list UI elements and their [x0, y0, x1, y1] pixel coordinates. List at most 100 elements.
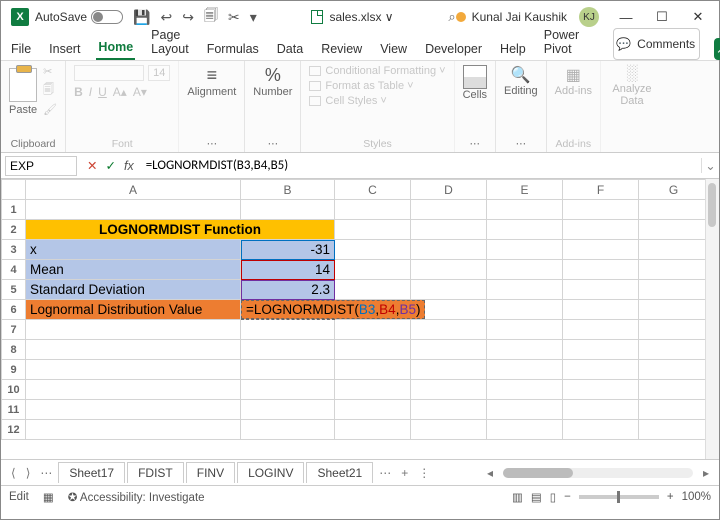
- paste-button[interactable]: Paste: [9, 104, 37, 116]
- stats-icon[interactable]: ▦: [43, 490, 54, 504]
- autosave-toggle[interactable]: [91, 10, 123, 24]
- view-break-icon[interactable]: ▯: [550, 490, 556, 504]
- accessibility-status[interactable]: ✪ Accessibility: Investigate: [68, 490, 205, 504]
- col-header-A[interactable]: A: [26, 180, 241, 200]
- font-family-dropdown[interactable]: [74, 65, 144, 81]
- search-icon[interactable]: ⌕: [448, 9, 455, 25]
- underline-button[interactable]: U: [98, 85, 107, 99]
- cut-icon[interactable]: ✂: [43, 65, 52, 78]
- tab-insert[interactable]: Insert: [47, 38, 82, 60]
- font-shrink-button[interactable]: A▾: [133, 85, 147, 99]
- analyze-icon[interactable]: ░: [609, 65, 655, 83]
- row-header[interactable]: 5: [2, 280, 26, 300]
- format-painter-icon[interactable]: 🖌: [43, 103, 57, 116]
- sheet-tab[interactable]: FDIST: [127, 462, 184, 483]
- cell-A4[interactable]: Mean: [26, 260, 241, 280]
- bold-button[interactable]: B: [74, 85, 83, 99]
- col-header-D[interactable]: D: [411, 180, 487, 200]
- tab-file[interactable]: File: [9, 38, 33, 60]
- save-icon[interactable]: 💾: [133, 9, 150, 26]
- sheet-tab[interactable]: LOGINV: [237, 462, 304, 483]
- vertical-scrollbar[interactable]: [705, 179, 719, 459]
- cell-B5[interactable]: 2.3: [241, 280, 335, 300]
- analyze-button[interactable]: Analyze Data: [609, 83, 655, 107]
- expand-formula-bar[interactable]: ⌄: [701, 158, 719, 173]
- tab-home[interactable]: Home: [96, 36, 135, 60]
- cell-B3[interactable]: -31: [241, 240, 335, 260]
- zoom-slider[interactable]: [579, 495, 659, 499]
- row-header[interactable]: 6: [2, 300, 26, 320]
- comments-button[interactable]: 💬 Comments: [613, 28, 700, 60]
- close-button[interactable]: ✕: [681, 5, 715, 29]
- editing-icon[interactable]: 🔍: [504, 65, 538, 85]
- qat-ext2-icon[interactable]: ✂: [228, 9, 240, 26]
- cell-A5[interactable]: Standard Deviation: [26, 280, 241, 300]
- filename[interactable]: sales.xlsx ∨: [329, 10, 393, 24]
- row-header[interactable]: 8: [2, 340, 26, 360]
- view-normal-icon[interactable]: ▥: [512, 490, 523, 504]
- col-header-C[interactable]: C: [335, 180, 411, 200]
- enter-formula-button[interactable]: ✓: [105, 158, 115, 173]
- sheet-nav-prev[interactable]: ⟨: [7, 466, 20, 480]
- tab-developer[interactable]: Developer: [423, 38, 484, 60]
- row-header[interactable]: 2: [2, 220, 26, 240]
- cancel-formula-button[interactable]: ✕: [87, 158, 97, 173]
- sheet-more-icon[interactable]: ⋯: [375, 466, 395, 480]
- share-button[interactable]: ↗: [714, 38, 720, 60]
- tab-data[interactable]: Data: [275, 38, 305, 60]
- cell-B4[interactable]: 14: [241, 260, 335, 280]
- zoom-out-button[interactable]: −: [564, 491, 571, 503]
- undo-icon[interactable]: ↩: [160, 9, 172, 26]
- col-header-B[interactable]: B: [241, 180, 335, 200]
- copy-icon[interactable]: 🗐: [43, 81, 54, 100]
- tab-view[interactable]: View: [378, 38, 409, 60]
- cells-button[interactable]: Cells: [463, 89, 487, 101]
- cell-A3[interactable]: x: [26, 240, 241, 260]
- horizontal-scrollbar[interactable]: ◂▸: [436, 466, 713, 480]
- percent-icon[interactable]: %: [253, 65, 292, 86]
- format-as-table-button[interactable]: Format as Table ˅: [309, 80, 413, 92]
- tab-page-layout[interactable]: Page Layout: [149, 24, 191, 60]
- name-box[interactable]: [5, 156, 77, 176]
- editing-button[interactable]: Editing: [504, 85, 538, 97]
- redo-icon[interactable]: ↪: [182, 9, 194, 26]
- row-header[interactable]: 12: [2, 420, 26, 440]
- cell-title[interactable]: LOGNORMDIST Function: [26, 220, 335, 240]
- italic-button[interactable]: I: [89, 85, 92, 99]
- col-header-F[interactable]: F: [563, 180, 639, 200]
- row-header[interactable]: 10: [2, 380, 26, 400]
- conditional-formatting-button[interactable]: Conditional Formatting ˅: [309, 65, 445, 77]
- number-button[interactable]: Number: [253, 86, 292, 98]
- sheet-tab[interactable]: Sheet21: [306, 462, 373, 483]
- cell-styles-button[interactable]: Cell Styles ˅: [309, 95, 386, 107]
- fx-icon[interactable]: fx: [124, 159, 134, 173]
- row-header[interactable]: 4: [2, 260, 26, 280]
- paste-icon[interactable]: [9, 68, 37, 102]
- tab-formulas[interactable]: Formulas: [205, 38, 261, 60]
- zoom-level[interactable]: 100%: [682, 491, 711, 503]
- sheet-menu-icon[interactable]: ⋮: [414, 466, 434, 480]
- sheet-tab[interactable]: FINV: [186, 462, 235, 483]
- tab-review[interactable]: Review: [319, 38, 364, 60]
- select-all-corner[interactable]: [2, 180, 26, 200]
- tab-help[interactable]: Help: [498, 38, 528, 60]
- worksheet-grid[interactable]: A B C D E F G 1 2 LOGNORMDIST Function 3…: [1, 179, 719, 459]
- formula-input[interactable]: =LOGNORMDIST(B3,B4,B5): [140, 156, 701, 175]
- addins-button[interactable]: Add-ins: [555, 85, 592, 97]
- row-header[interactable]: 9: [2, 360, 26, 380]
- maximize-button[interactable]: ☐: [645, 5, 679, 29]
- cell-A6[interactable]: Lognormal Distribution Value: [26, 300, 241, 320]
- zoom-in-button[interactable]: +: [667, 491, 674, 503]
- col-header-E[interactable]: E: [487, 180, 563, 200]
- addins-icon[interactable]: ▦: [555, 65, 592, 85]
- minimize-button[interactable]: —: [609, 5, 643, 29]
- qat-ext-icon[interactable]: 🗐: [204, 5, 218, 29]
- alignment-button[interactable]: Alignment: [187, 86, 236, 98]
- row-header[interactable]: 11: [2, 400, 26, 420]
- cells-icon[interactable]: [463, 65, 487, 89]
- view-page-icon[interactable]: ▤: [531, 490, 542, 504]
- cell-B6-editing[interactable]: =LOGNORMDIST(B3,B4,B5): [241, 300, 335, 320]
- col-header-G[interactable]: G: [639, 180, 709, 200]
- font-size-dropdown[interactable]: 14: [148, 65, 170, 81]
- sheet-tab[interactable]: Sheet17: [58, 462, 125, 483]
